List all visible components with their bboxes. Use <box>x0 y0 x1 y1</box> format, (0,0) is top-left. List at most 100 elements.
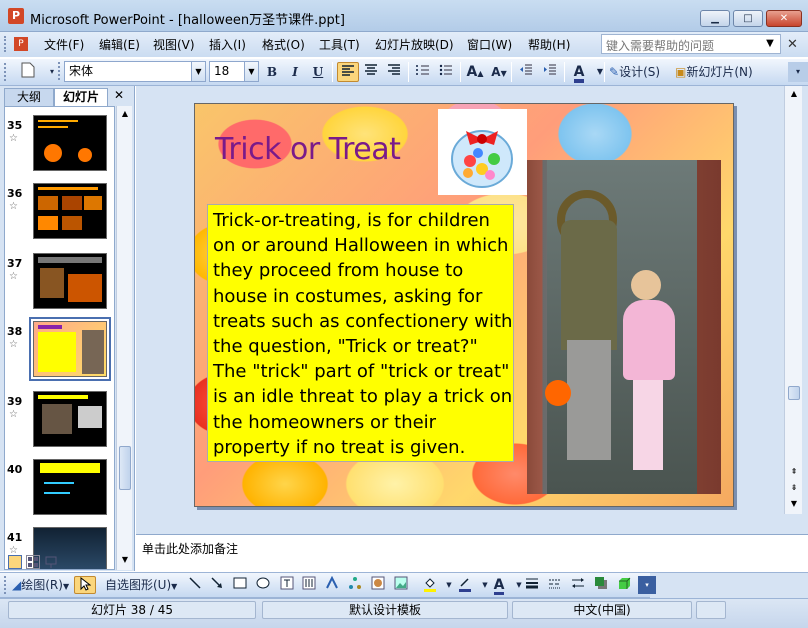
draw-font-color-icon[interactable]: A <box>490 576 508 595</box>
notes-placeholder[interactable]: 单击此处添加备注 <box>142 540 238 557</box>
slide-scrollbar[interactable]: ▲ ⇞ ⇟ ▼ <box>784 86 802 514</box>
trick-or-treat-photo[interactable] <box>527 160 721 494</box>
wordart-tool-icon[interactable] <box>323 575 341 594</box>
diagram-tool-icon[interactable] <box>346 576 364 594</box>
scroll-up-icon[interactable]: ▲ <box>119 108 131 120</box>
scroll-thumb[interactable] <box>788 386 800 400</box>
slide-thumbnail-image[interactable] <box>33 115 107 171</box>
dash-style-icon[interactable] <box>546 576 564 594</box>
menu-insert[interactable]: 插入(I) <box>209 36 246 53</box>
menu-format[interactable]: 格式(O) <box>262 36 305 53</box>
bullet-list-icon[interactable] <box>436 62 456 82</box>
line-color-icon[interactable] <box>456 576 474 594</box>
slide-thumbnail-image[interactable] <box>29 317 111 381</box>
design-label: 设计(S) <box>619 65 661 79</box>
help-dropdown-icon[interactable]: ▼ <box>763 36 777 52</box>
slide-thumbnail-image[interactable] <box>33 391 107 447</box>
slideshow-view-icon[interactable] <box>44 555 58 569</box>
oval-tool-icon[interactable] <box>254 576 272 594</box>
toolbar-overflow-icon[interactable]: ▾ <box>788 62 808 82</box>
line-style-icon[interactable] <box>523 576 541 594</box>
menu-window[interactable]: 窗口(W) <box>467 36 512 53</box>
menu-edit[interactable]: 编辑(E) <box>99 36 140 53</box>
slide-body-text[interactable]: Trick-or-treating, is for children on or… <box>213 208 513 460</box>
slide-thumbnail-39[interactable]: 39 ☆ <box>5 391 114 461</box>
menu-view[interactable]: 视图(V) <box>153 36 195 53</box>
maximize-button[interactable]: □ <box>733 10 763 27</box>
thumbnail-scrollbar[interactable]: ▲ ▼ <box>116 106 132 570</box>
chevron-down-icon[interactable]: ▼ <box>191 62 205 81</box>
increase-font-button[interactable]: A▲ <box>465 62 485 82</box>
tab-outline[interactable]: 大纲 <box>4 88 54 106</box>
rectangle-tool-icon[interactable] <box>231 576 249 594</box>
select-objects-icon[interactable] <box>74 576 96 594</box>
powerpoint-app-icon[interactable]: P <box>8 8 24 24</box>
font-color-button[interactable]: A <box>569 62 589 83</box>
transition-icon: ☆ <box>9 201 18 212</box>
numbered-list-icon[interactable] <box>413 62 433 82</box>
textbox-tool-icon[interactable] <box>278 576 296 594</box>
slide-thumbnail-38[interactable]: 38 ☆ <box>5 317 114 391</box>
slide-thumbnail-37[interactable]: 37 ☆ <box>5 253 114 323</box>
document-close-icon[interactable]: ✕ <box>787 37 798 52</box>
slide-title[interactable]: Trick or Treat <box>215 132 401 167</box>
menu-help[interactable]: 帮助(H) <box>528 36 570 53</box>
arrow-style-icon[interactable] <box>569 576 587 594</box>
arrow-tool-icon[interactable] <box>208 576 226 594</box>
align-center-icon[interactable] <box>361 62 381 82</box>
slide-thumbnail-35[interactable]: 35 ☆ <box>5 115 114 185</box>
normal-view-icon[interactable] <box>8 555 22 569</box>
tab-slides[interactable]: 幻灯片 <box>54 88 108 106</box>
align-right-icon[interactable] <box>384 62 404 82</box>
scroll-up-icon[interactable]: ▲ <box>788 88 800 100</box>
3d-style-icon[interactable] <box>615 576 633 594</box>
pane-close-icon[interactable]: ✕ <box>114 88 124 102</box>
font-size-select[interactable]: 18 ▼ <box>209 61 259 82</box>
slide-thumbnail-image[interactable] <box>33 459 107 515</box>
slide-sorter-view-icon[interactable] <box>26 555 40 569</box>
close-button[interactable]: ✕ <box>766 10 802 27</box>
scroll-thumb[interactable] <box>119 446 131 490</box>
chevron-down-icon[interactable]: ▼ <box>244 62 258 81</box>
draw-menu-label: 绘图(R) <box>21 578 63 592</box>
design-button[interactable]: ✎设计(S) <box>609 62 671 82</box>
scroll-down-icon[interactable]: ▼ <box>788 498 800 510</box>
menu-slideshow[interactable]: 幻灯片放映(D) <box>375 36 454 53</box>
slide-thumbnail-image[interactable] <box>33 183 107 239</box>
draw-menu-button[interactable]: ◢绘图(R)▼ <box>12 576 69 594</box>
slide-thumbnail-36[interactable]: 36 ☆ <box>5 183 114 253</box>
menu-file[interactable]: 文件(F) <box>44 36 84 53</box>
current-slide[interactable]: Trick or Treat Trick-or-treating, is for… <box>194 103 734 507</box>
next-slide-icon[interactable]: ⇟ <box>788 482 800 494</box>
slide-thumbnail-image[interactable] <box>33 253 107 309</box>
underline-button[interactable]: U <box>308 62 328 82</box>
line-tool-icon[interactable] <box>186 576 204 594</box>
status-design-template[interactable]: 默认设计模板 <box>262 601 508 619</box>
menu-tools[interactable]: 工具(T) <box>319 36 360 53</box>
font-color-dropdown-icon[interactable]: ▼ <box>590 62 610 82</box>
decrease-indent-icon[interactable] <box>516 62 536 82</box>
new-slide-button[interactable]: ▣新幻灯片(N) <box>675 62 765 82</box>
italic-button[interactable]: I <box>285 62 305 82</box>
scroll-down-icon[interactable]: ▼ <box>119 554 131 566</box>
decrease-font-button[interactable]: A▼ <box>489 62 509 82</box>
help-search-input[interactable]: 键入需要帮助的问题 <box>601 34 781 54</box>
font-name-select[interactable]: 宋体 ▼ <box>64 61 206 82</box>
insert-picture-icon[interactable] <box>392 576 410 594</box>
slide-thumbnail-40[interactable]: 40 <box>5 459 114 529</box>
document-icon[interactable]: P <box>14 37 28 51</box>
shadow-style-icon[interactable] <box>592 576 610 594</box>
previous-slide-icon[interactable]: ⇞ <box>788 466 800 478</box>
clipart-tool-icon[interactable] <box>369 576 387 594</box>
drawbar-overflow-icon[interactable]: ▾ <box>638 576 656 594</box>
bold-button[interactable]: B <box>262 62 282 82</box>
autoshapes-menu-button[interactable]: 自选图形(U)▼ <box>105 576 177 594</box>
increase-indent-icon[interactable] <box>540 62 560 82</box>
new-document-icon[interactable] <box>14 62 42 82</box>
candy-jar-image[interactable] <box>438 109 527 195</box>
align-left-icon[interactable] <box>337 62 359 82</box>
vertical-textbox-tool-icon[interactable] <box>300 576 318 594</box>
slide-number: 37 <box>7 257 23 270</box>
minimize-button[interactable]: ▁ <box>700 10 730 27</box>
fill-color-icon[interactable] <box>421 576 439 594</box>
